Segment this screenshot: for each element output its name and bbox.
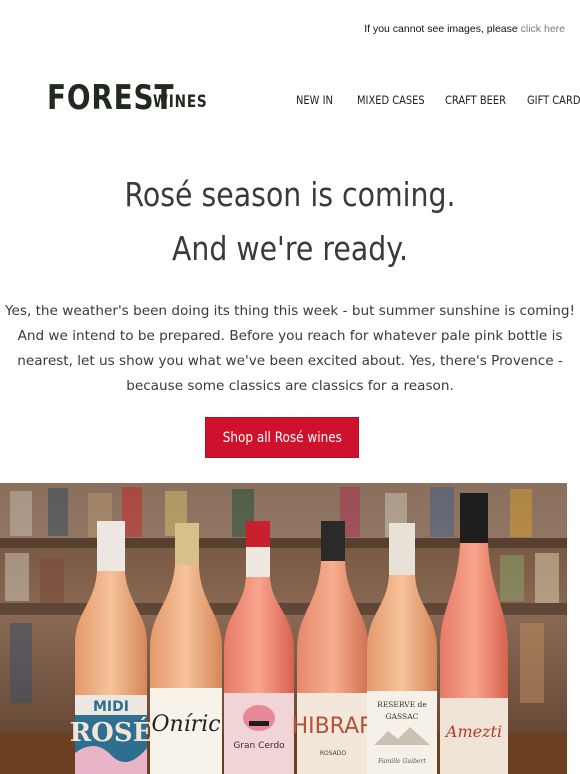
hero-headline: Rosé season is coming. And we're ready.	[0, 168, 580, 276]
body-line-1: Yes, the weather's been doing its thing …	[5, 303, 575, 319]
nav-item-new-in[interactable]: NEW IN	[296, 93, 333, 107]
bottle-4-label: HIBRAR	[292, 714, 375, 739]
click-here-link[interactable]: click here	[521, 23, 565, 35]
shop-rose-button-label: Shop all Rosé wines	[222, 429, 342, 446]
body-line-4: because some classics are classics for a…	[126, 378, 454, 394]
body-line-3: nearest, let us show you what we've been…	[17, 353, 563, 369]
shop-rose-button[interactable]: Shop all Rosé wines	[205, 417, 359, 458]
nav-item-craft-beer[interactable]: CRAFT BEER	[445, 93, 506, 107]
bottle-5-sublabel: Famille Guibert	[377, 758, 426, 765]
nav-item-gift-cards[interactable]: GIFT CARDS	[527, 93, 580, 107]
nav-item-mixed-cases[interactable]: MIXED CASES	[357, 93, 425, 107]
main-nav: NEW IN MIXED CASES CRAFT BEER GIFT CARDS	[0, 93, 580, 109]
body-line-2: And we intend to be prepared. Before you…	[17, 328, 563, 344]
bottle-6-label: Amezti	[444, 722, 502, 741]
bottle-5-label-mid: GASSAC	[386, 712, 419, 721]
bottle-3-label: Gran Cerdo	[233, 741, 285, 751]
hero-body: Yes, the weather's been doing its thing …	[0, 299, 580, 399]
bottle-4-sublabel: ROSADO	[320, 750, 347, 757]
bottle-1-label-main: ROSÉ	[70, 716, 153, 748]
preheader: If you cannot see images, please click h…	[364, 23, 565, 35]
bottle-1-label-top: MIDI	[93, 699, 129, 715]
rose-bottles-image: MIDI ROSÉ Oníric Gran Cerdo HIBRAR ROSAD…	[0, 483, 567, 774]
rose-bottles-photo[interactable]: MIDI ROSÉ Oníric Gran Cerdo HIBRAR ROSAD…	[0, 483, 567, 774]
headline-line-2: And we're ready.	[171, 229, 409, 268]
bottle-5-label-top: RESERVE de	[377, 700, 427, 709]
headline-line-1: Rosé season is coming.	[124, 175, 456, 214]
preheader-text: If you cannot see images, please	[364, 23, 521, 35]
bottle-2-label: Oníric	[151, 712, 220, 737]
